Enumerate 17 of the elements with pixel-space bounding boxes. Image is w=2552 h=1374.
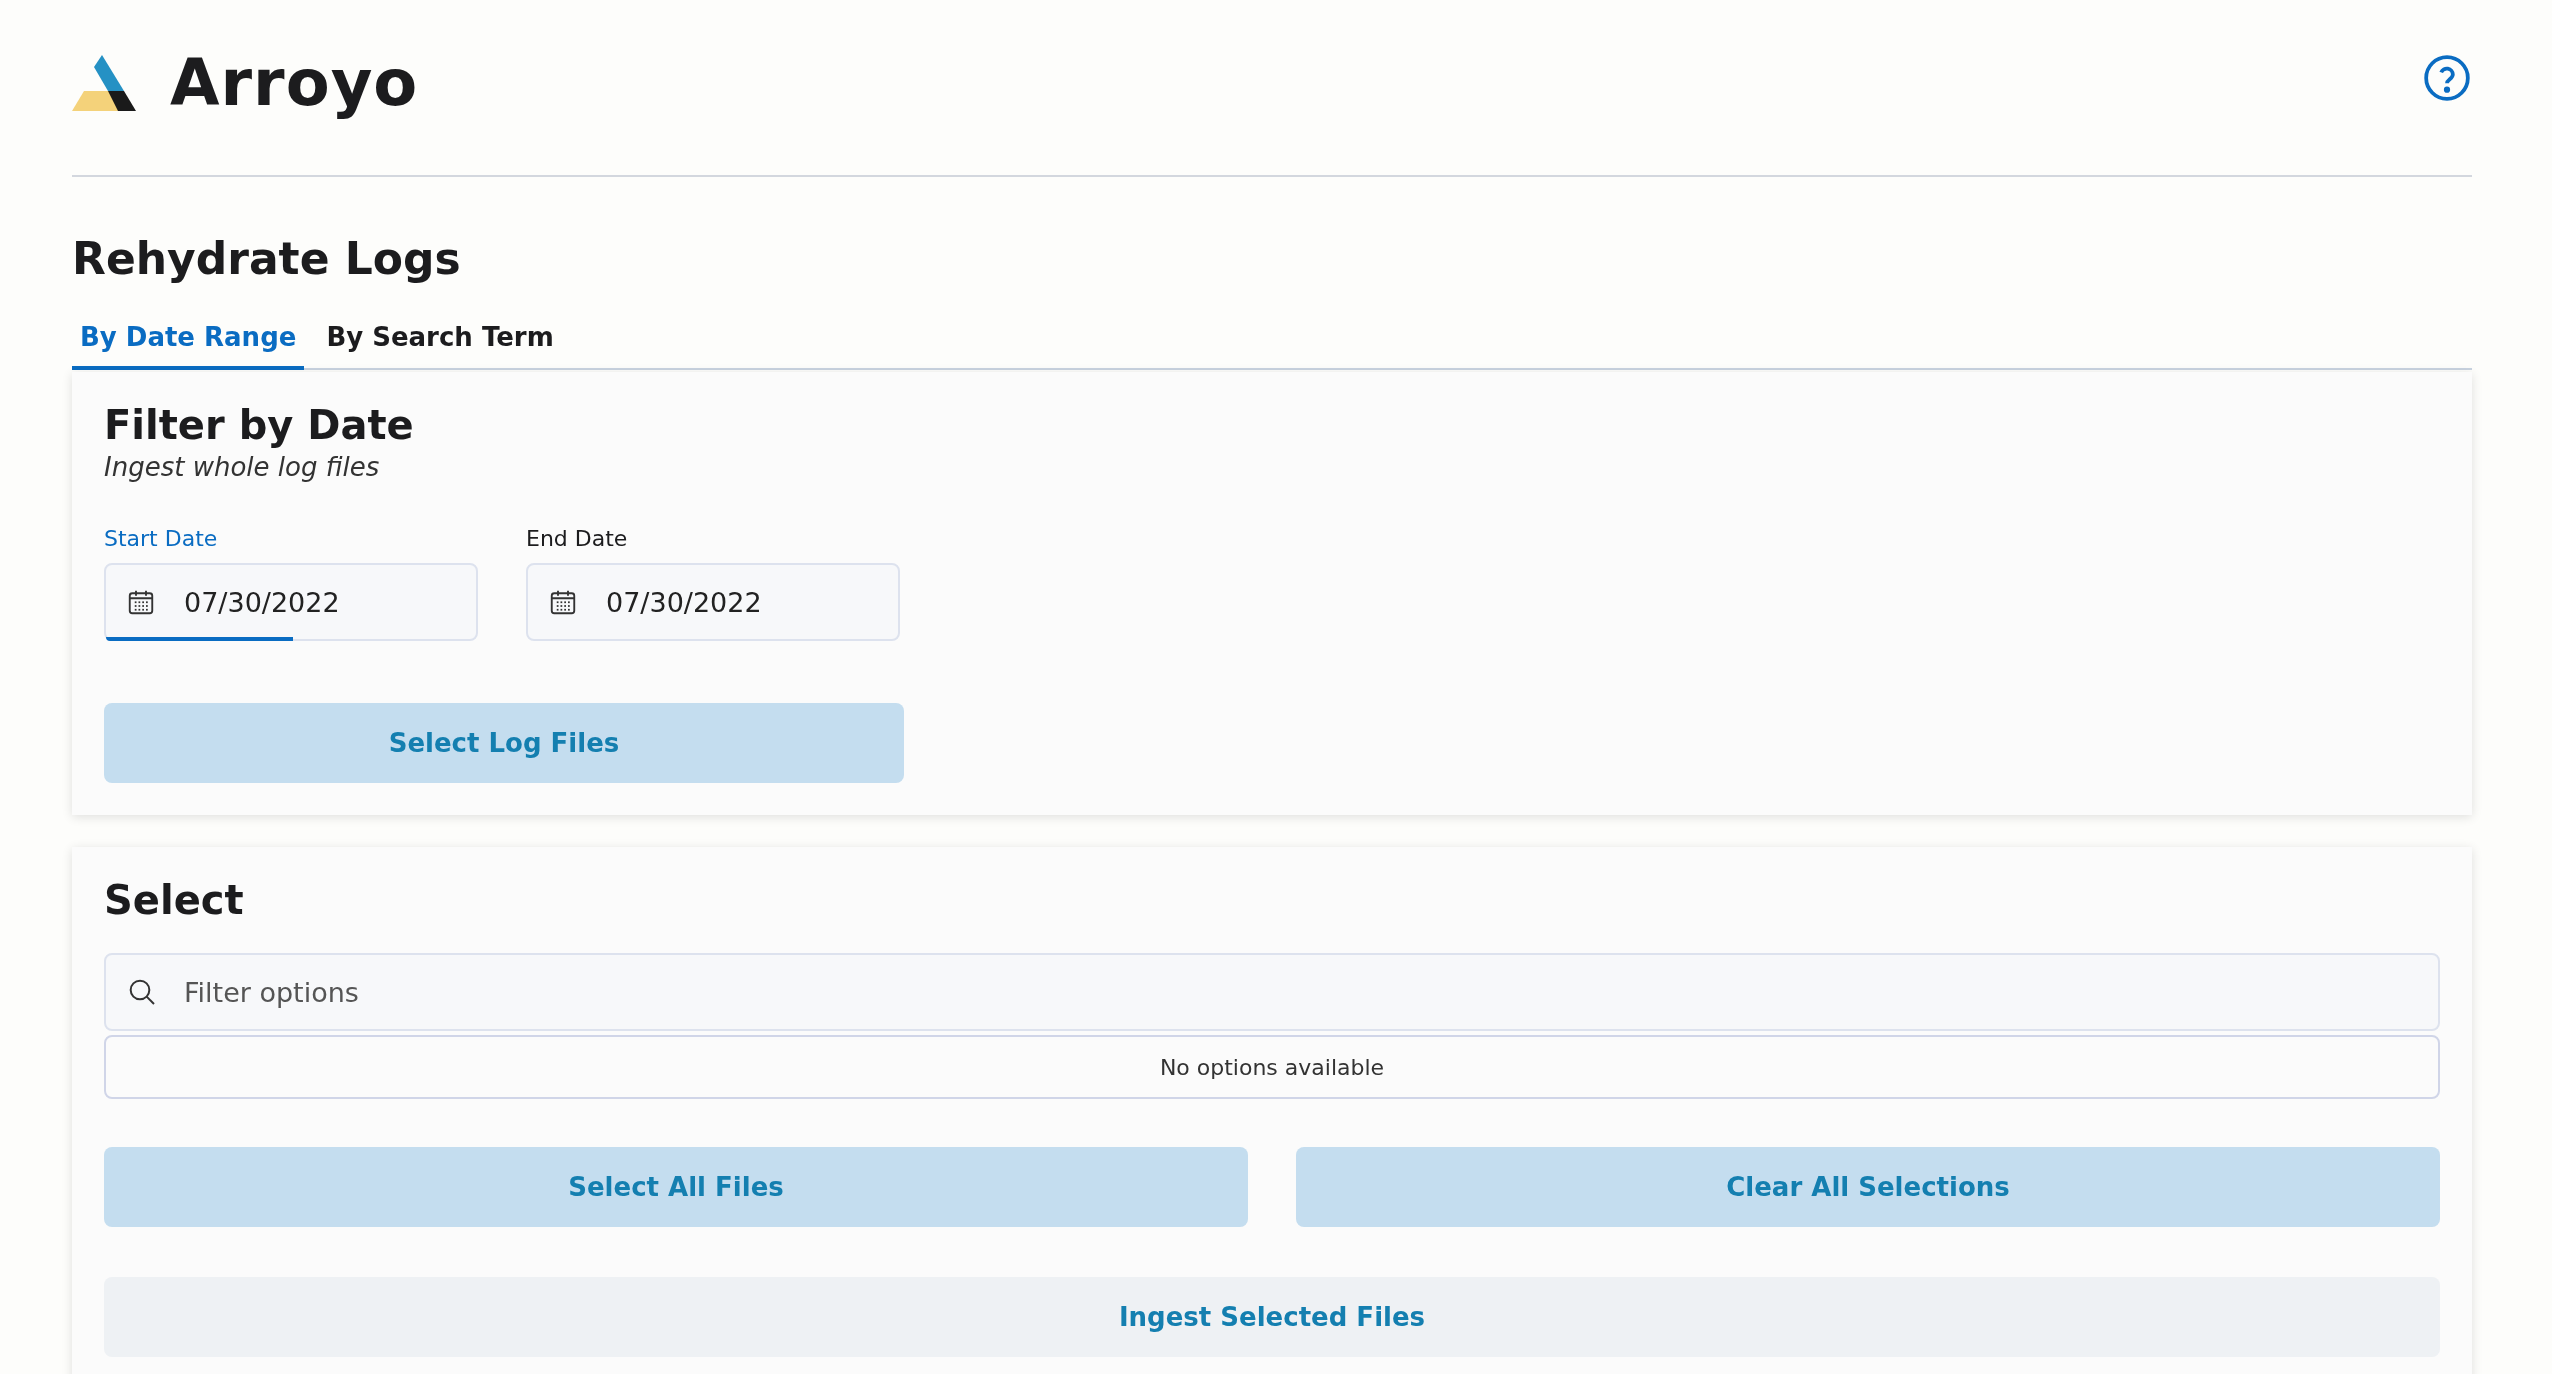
search-field[interactable]: Filter options xyxy=(104,953,2440,1031)
empty-message: No options available xyxy=(1159,1054,1385,1080)
card-title: Select xyxy=(104,877,245,923)
action-button[interactable]: Clear All Selections xyxy=(1296,1147,2440,1227)
help-button[interactable] xyxy=(2422,52,2472,103)
action-button[interactable]: Select All Files xyxy=(104,1147,1248,1227)
card-subtitle: Ingest whole log files xyxy=(104,452,381,482)
date-field[interactable]: 07/30/2022 xyxy=(526,563,900,641)
select-log-files-button[interactable]: Select Log Files xyxy=(104,703,904,783)
logo-text: Arroyo xyxy=(170,45,419,120)
card-title: Filter by Date xyxy=(104,402,415,448)
field-label: End Date xyxy=(526,526,629,551)
field-label: Start Date xyxy=(104,526,219,551)
tab[interactable]: By Search Term xyxy=(318,314,562,370)
date-field[interactable]: 07/30/2022 xyxy=(104,563,478,641)
page-title: Rehydrate Logs xyxy=(72,233,462,284)
logo-icon xyxy=(72,54,138,111)
